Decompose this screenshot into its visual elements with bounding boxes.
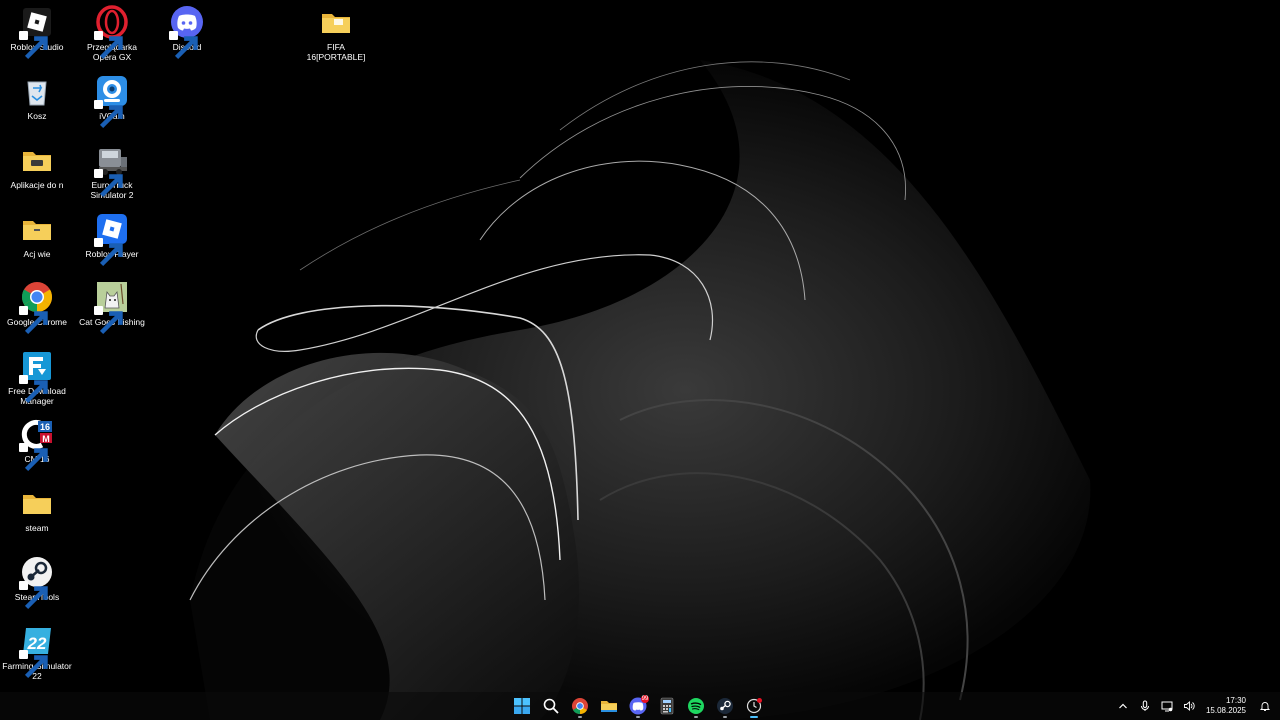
desktop-icon-aplikacje[interactable]: Aplikacje do n — [1, 140, 73, 206]
desktop-icon-cm16[interactable]: 16 M CM 16 — [1, 414, 73, 480]
taskbar-file-explorer[interactable] — [597, 694, 621, 718]
taskbar-clock-app[interactable] — [742, 694, 766, 718]
desktop-icon-steamtools[interactable]: SteamTools — [1, 552, 73, 618]
desktop-icon-roblox-studio[interactable]: Roblox Studio — [1, 2, 73, 68]
folder-icon — [319, 5, 353, 39]
folder-icon — [20, 486, 54, 520]
discord-badge: 99 — [641, 695, 649, 703]
desktop-icon-opera-gx[interactable]: Przeglądarka Opera GX — [76, 2, 148, 68]
taskbar-chrome[interactable] — [568, 694, 592, 718]
steam-icon — [717, 698, 733, 714]
folder-icon — [20, 143, 54, 177]
euro-truck-simulator-icon — [94, 143, 129, 198]
taskbar: 99 17:30 15.08.2025 — [0, 692, 1280, 720]
steamtools-icon — [19, 555, 54, 610]
roblox-studio-icon — [19, 5, 54, 60]
clock-app-icon — [746, 698, 762, 714]
opera-gx-icon — [94, 5, 129, 60]
show-hidden-icons-button[interactable] — [1114, 697, 1132, 715]
notification-bell-icon — [1259, 702, 1271, 711]
search-icon — [543, 698, 559, 714]
start-icon — [514, 698, 530, 714]
volume-button[interactable] — [1180, 697, 1198, 715]
clock[interactable]: 17:30 15.08.2025 — [1206, 696, 1246, 716]
desktop-icon-google-chrome[interactable]: Google Chrome — [1, 277, 73, 343]
desktop-icon-kosz[interactable]: Kosz — [1, 71, 73, 137]
desktop-icon-label: steam — [25, 523, 49, 533]
taskbar-apps: 99 — [510, 692, 766, 720]
search-button[interactable] — [539, 694, 563, 718]
notifications-button[interactable] — [1256, 697, 1274, 715]
taskbar-spotify[interactable] — [684, 694, 708, 718]
calculator-icon — [660, 697, 674, 715]
network-button[interactable] — [1158, 697, 1176, 715]
taskbar-discord[interactable]: 99 — [626, 694, 650, 718]
chrome-icon — [19, 280, 54, 335]
chevron-up-icon — [1119, 703, 1127, 709]
microphone-button[interactable] — [1136, 697, 1154, 715]
desktop-icon-label: Acj wie — [23, 249, 51, 259]
desktop-icon-euro-truck-simulator[interactable]: Euro Truck Simulator 2 — [76, 140, 148, 206]
discord-icon — [169, 5, 204, 60]
volume-icon — [1184, 701, 1195, 711]
recycle-bin-icon — [20, 74, 54, 108]
cm16-icon: 16 M — [19, 417, 54, 472]
desktop-icon-label: Kosz — [27, 111, 47, 121]
desktop-icon-discord[interactable]: Discord — [151, 2, 223, 68]
cat-goes-fishing-icon — [94, 280, 129, 335]
chrome-icon — [572, 698, 588, 715]
desktop-icon-farming-simulator[interactable]: 22 Farming Simulator 22 — [1, 621, 73, 687]
clock-date: 15.08.2025 — [1205, 706, 1246, 715]
taskbar-steam[interactable] — [713, 694, 737, 718]
desktop-icon-acj-wie[interactable]: Acj wie — [1, 209, 73, 275]
desktop-icon-cat-goes-fishing[interactable]: Cat Goes Fishing — [76, 277, 148, 343]
clock-time: 17:30 — [1225, 696, 1246, 705]
wallpaper — [0, 0, 1280, 720]
desktop-icon-ivcam[interactable]: iVCam — [76, 71, 148, 137]
farming-simulator-icon: 22 — [19, 624, 54, 679]
desktop-icon-fifa16[interactable]: FIFA 16[PORTABLE] — [300, 2, 372, 68]
taskbar-calculator[interactable] — [655, 694, 679, 718]
network-icon — [1161, 701, 1173, 712]
roblox-player-icon — [94, 212, 129, 267]
svg-text:16: 16 — [40, 422, 50, 432]
microphone-icon — [1140, 700, 1149, 711]
desktop-icon-free-download-manager[interactable]: Free Download Manager — [1, 346, 73, 412]
desktop-icon-label: Aplikacje do n — [10, 180, 64, 190]
free-download-manager-icon — [19, 349, 54, 404]
file-explorer-icon — [601, 701, 617, 712]
desktop-icon-label: FIFA 16[PORTABLE] — [306, 42, 366, 62]
desktop[interactable]: Roblox Studio Kosz Aplikacje do n Acj wi… — [0, 0, 1280, 720]
system-tray: 17:30 15.08.2025 — [1112, 692, 1280, 720]
start-button[interactable] — [510, 694, 534, 718]
spotify-icon — [688, 698, 704, 714]
desktop-icon-roblox-player[interactable]: Roblox Player — [76, 209, 148, 275]
desktop-icon-steam-folder[interactable]: steam — [1, 483, 73, 549]
folder-icon — [20, 212, 54, 246]
ivcam-icon — [94, 74, 129, 129]
